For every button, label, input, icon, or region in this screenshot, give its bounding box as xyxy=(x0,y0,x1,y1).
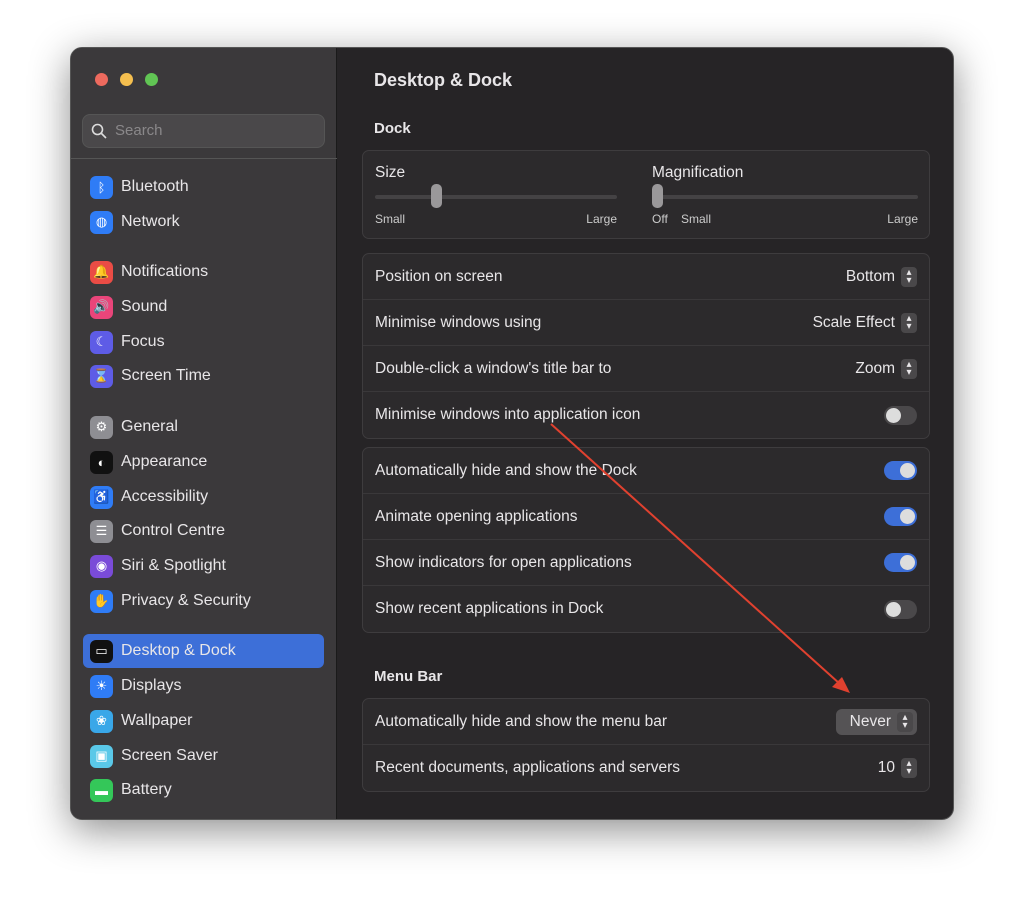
annotation-arrow xyxy=(550,423,850,693)
